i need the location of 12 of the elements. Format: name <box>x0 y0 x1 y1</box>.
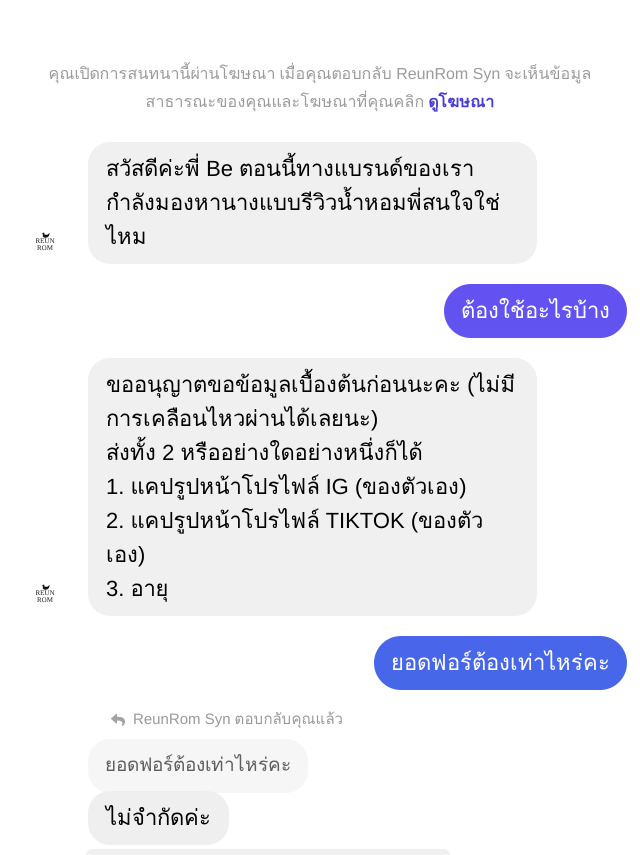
quoted-message: ยอดฟอร์ต้องเท่าไหร่คะ <box>88 739 308 793</box>
message-bubble: สวัสดีค่ะพี่ Be ตอนนี้ทางแบรนด์ของเรากำลังมองหานางแบบรีวิวน้ำหอมพี่สนใจใช่ไหม <box>88 142 537 264</box>
bird-icon <box>40 232 50 238</box>
see-ad-link[interactable]: ดูโฆษณา <box>428 94 495 111</box>
message-bubble: ขออนุญาตขอข้อมูลเบื้องต้นก่อนนะคะ (ไม่มีการเคลือนไหวผ่านได้เลยนะ) ส่งทั้ง 2 หรืออย่างใดอย่างหนึ่งก็ได้ 1. แคปรูปหน้าโปรไฟล์ IG (ของตัวเอง) 2. แคปรูปหน้าโปรไฟล์ TIKTOK (ของตัวเอง) 3. อายุ <box>88 358 537 616</box>
ad-notice-text: คุณเปิดการสนทนานี้ผ่านโฆษณา เมื่อคุณตอบกลับ ReunRom Syn จะเห็นข้อมูลสาธารณะของคุณและโฆษณาที่คุณคลิก ดูโฆษณา <box>37 61 603 117</box>
message-bubble: ต้องใช้อะไรบ้าง <box>444 284 627 338</box>
reply-icon <box>110 713 126 727</box>
message-bubble: ไม่จำกัดค่ะ <box>88 791 229 845</box>
bird-icon <box>40 584 50 590</box>
message-bubble: ยอดฟอร์ต้องเท่าไหร่คะ <box>374 636 627 690</box>
reply-label: ReunRom Syn ตอบกลับคุณแล้ว <box>133 710 343 730</box>
